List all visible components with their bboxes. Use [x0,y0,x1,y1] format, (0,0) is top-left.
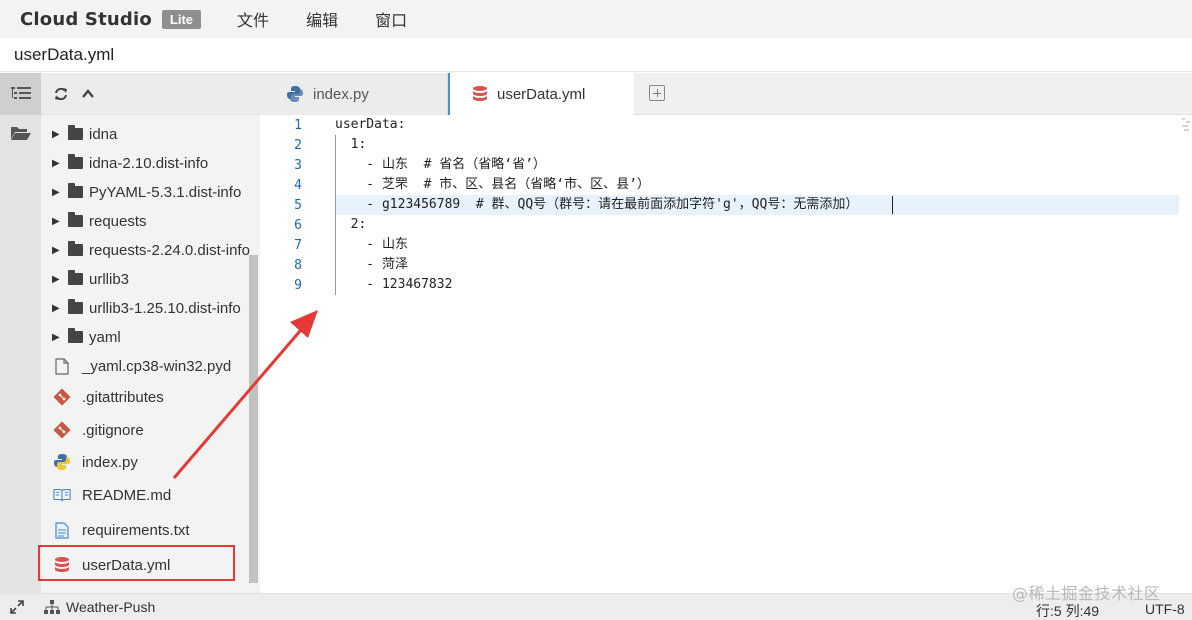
tree-folder-idna-dist-info[interactable]: ▶ idna-2.10.dist-info [41,152,250,174]
file-title: userData.yml [14,44,115,64]
activity-bar [0,73,41,593]
python-icon [286,85,304,103]
caret-right-icon: ▶ [52,331,60,343]
code-line: - 123467832 [335,277,453,292]
expand-icon[interactable] [10,600,24,614]
editor-tabs: index.py userData.yml [260,73,1192,115]
line-number: 8 [294,258,302,273]
files-panel-toggle[interactable] [0,115,41,151]
code-line: - 山东 # 省名（省略‘省’） [335,157,546,172]
file-icon [53,357,71,375]
folder-icon [68,328,83,343]
line-number: 5 [294,198,302,213]
code-line: - 菏泽 [335,257,408,272]
folder-icon [68,299,83,314]
tab-label: index.py [313,85,369,103]
project-name: Weather-Push [66,599,156,615]
line-number: 2 [294,138,302,153]
line-number: 1 [294,118,302,133]
selection-highlight-box [38,545,235,581]
code-line: - 山东 [335,237,408,252]
line-number: 9 [294,278,302,293]
tree-folder-requests-dist-info[interactable]: ▶ requests-2.24.0.dist-info [41,239,250,261]
minimap-marker-icon [1182,118,1190,131]
code-line: 1: [335,137,367,152]
project-indicator[interactable]: Weather-Push [44,599,155,615]
collapse-up-icon[interactable] [81,87,95,101]
tree-item-label: idna-2.10.dist-info [89,154,209,172]
edition-badge: Lite [161,9,202,29]
menu-file[interactable]: 文件 [237,7,269,31]
caret-right-icon: ▶ [52,128,60,140]
code-editor[interactable]: 1 2 3 4 5 6 7 8 9 userData: 1: - 山东 # 省名… [260,115,1192,593]
tree-item-label: index.py [82,453,138,471]
menu-edit[interactable]: 编辑 [306,7,338,31]
tree-folder-pyyaml-dist-info[interactable]: ▶ PyYAML-5.3.1.dist-info [41,181,250,203]
folder-icon [68,183,83,198]
tab-label: userData.yml [497,85,586,103]
code-line: - g123456789 # 群、QQ号（群号：请在最前面添加字符'g'，QQ号… [335,197,859,212]
tree-item-label: requests [89,212,147,230]
tab-index-py[interactable]: index.py [260,73,448,115]
folder-icon [68,212,83,227]
code-line: userData: [335,117,406,132]
folder-open-icon [10,127,31,140]
tree-item-label: idna [89,125,118,143]
folder-icon [68,125,83,140]
folder-icon [68,270,83,285]
folder-icon [68,241,83,256]
code-line: 2: [335,217,367,232]
refresh-icon[interactable] [53,86,69,102]
text-file-icon [53,521,71,539]
caret-right-icon: ▶ [52,186,60,198]
tree-folder-urllib3[interactable]: ▶ urllib3 [41,268,250,290]
tree-item-label: .gitattributes [82,388,164,406]
annotation-arrow-icon [172,310,318,479]
explorer-toggle[interactable] [0,73,41,115]
python-icon [53,453,71,471]
tree-item-label: requests-2.24.0.dist-info [89,241,250,259]
tree-item-label: README.md [82,486,172,504]
git-icon [53,421,71,439]
caret-right-icon: ▶ [52,215,60,227]
line-number: 3 [294,158,302,173]
book-icon [53,486,71,504]
app-brand: Cloud Studio [20,8,152,30]
tree-item-label: .gitignore [82,421,144,439]
git-icon [53,388,71,406]
tree-item-label: PyYAML-5.3.1.dist-info [89,183,242,201]
file-title-bar: userData.yml [0,38,1192,72]
new-tab-plus-icon[interactable] [649,85,665,101]
caret-right-icon: ▶ [52,157,60,169]
tab-userdata-yml[interactable]: userData.yml [448,73,634,115]
code-line: - 芝罘 # 市、区、县名（省略‘市、区、县’） [335,177,650,192]
tree-folder-requests[interactable]: ▶ requests [41,210,250,232]
menu-bar: Cloud Studio Lite 文件 编辑 窗口 [0,0,1192,38]
caret-right-icon: ▶ [52,244,60,256]
line-number: 6 [294,218,302,233]
database-icon [472,85,488,103]
line-number: 7 [294,238,302,253]
menu-window[interactable]: 窗口 [375,7,407,31]
tree-file-requirements[interactable]: requirements.txt [41,518,250,542]
tree-folder-idna[interactable]: ▶ idna [41,123,250,145]
folder-icon [68,154,83,169]
tree-list-icon [10,87,31,99]
tree-item-label: yaml [89,328,121,346]
tree-item-label: urllib3 [89,270,130,288]
text-cursor [892,196,893,214]
sitemap-icon [44,600,60,614]
caret-right-icon: ▶ [52,302,60,314]
caret-right-icon: ▶ [52,273,60,285]
explorer-header [41,73,260,115]
watermark-text: @稀土掘金技术社区 [1012,584,1161,603]
tree-item-label: requirements.txt [82,521,190,539]
line-number: 4 [294,178,302,193]
